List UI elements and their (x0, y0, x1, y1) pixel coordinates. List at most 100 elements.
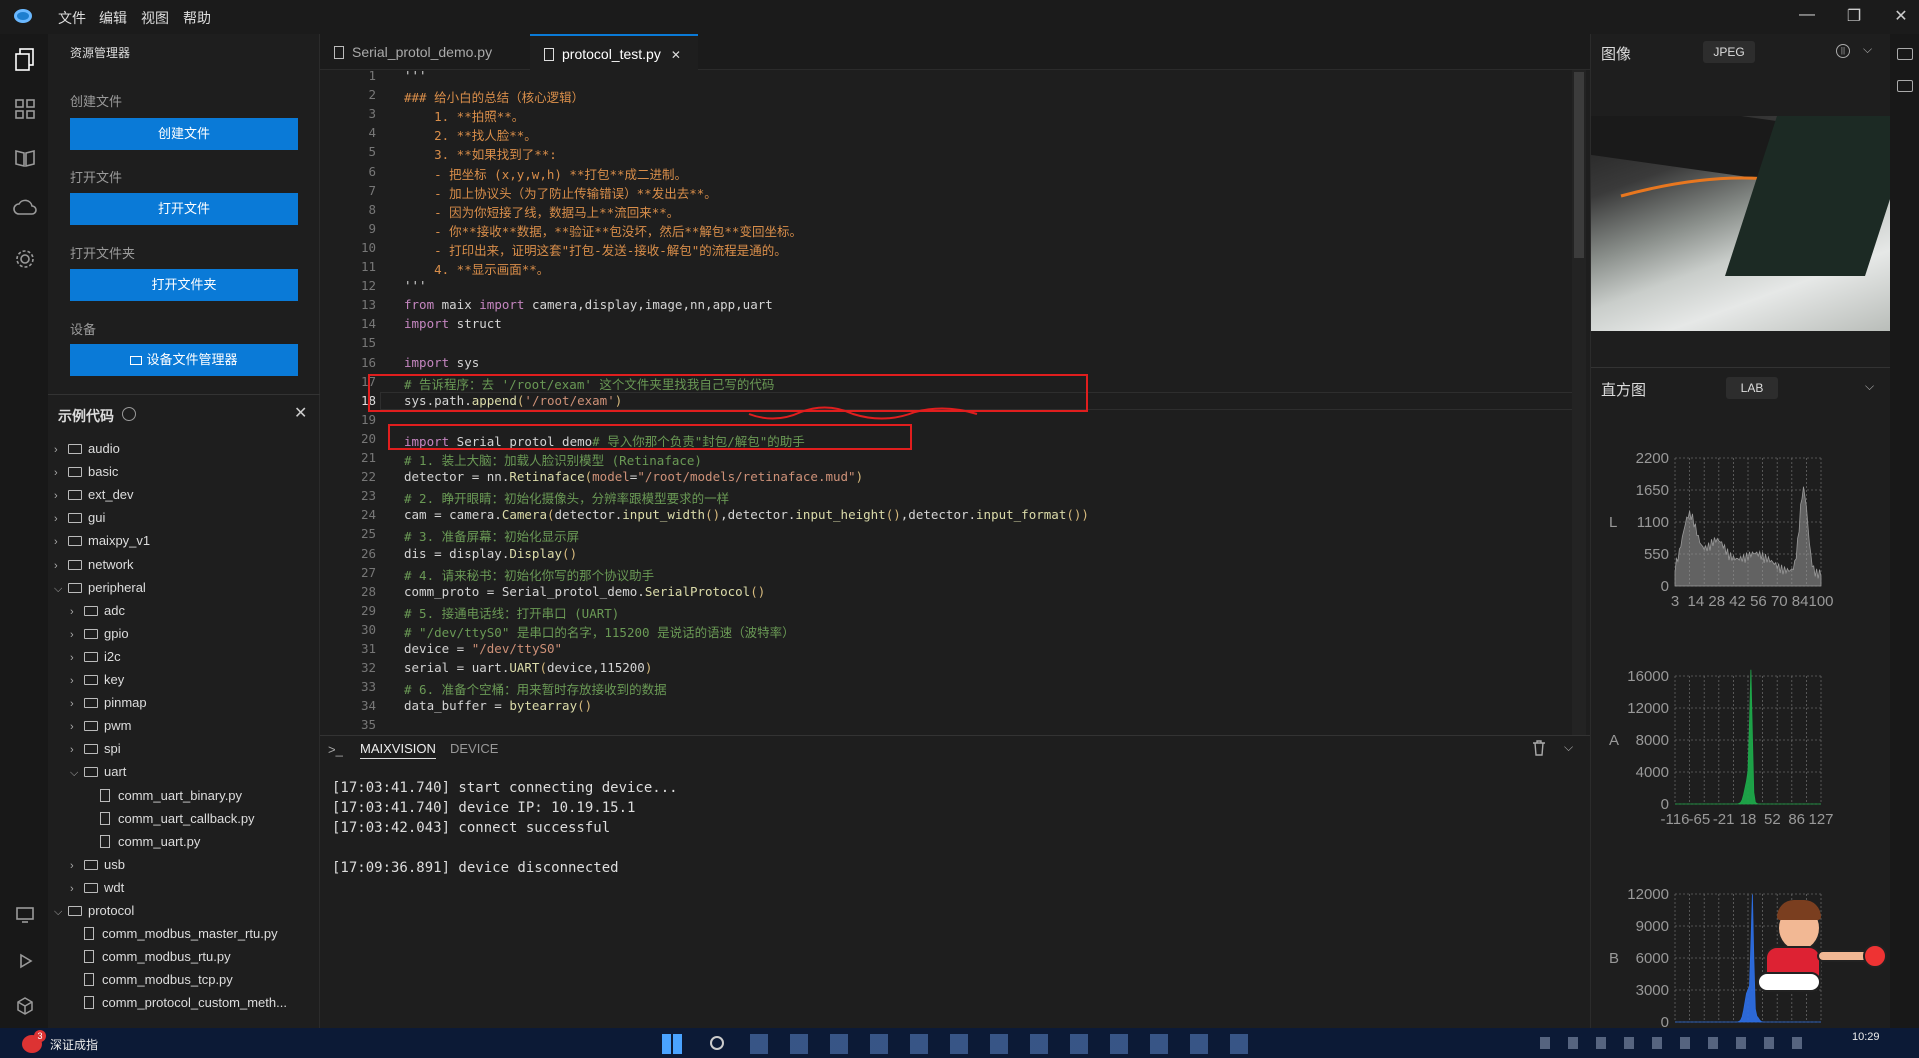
tree-folder[interactable]: › maixpy_v1 (54, 530, 150, 552)
book-icon[interactable] (12, 148, 38, 174)
code-line: data_buffer = bytearray() (404, 698, 592, 713)
export-icon[interactable] (1897, 80, 1913, 92)
tree-folder[interactable]: › ext_dev (54, 484, 134, 506)
tree-folder[interactable]: ⌵ protocol (54, 900, 134, 922)
folder-icon (68, 536, 82, 547)
tree-folder[interactable]: › usb (70, 854, 125, 876)
cloud-icon[interactable] (12, 198, 38, 224)
clock[interactable]: 10:29 (1852, 1031, 1880, 1043)
menu-help[interactable]: 帮助 (183, 8, 211, 28)
tree-file[interactable]: comm_protocol_custom_meth... (84, 992, 287, 1014)
chevron-down-icon[interactable]: ⌵ (1564, 740, 1573, 755)
tree-folder[interactable]: › wdt (70, 877, 124, 899)
tree-file[interactable]: comm_modbus_master_rtu.py (84, 923, 278, 945)
code-line: detector = nn.Retinaface(model="/root/mo… (404, 469, 863, 484)
tree-folder[interactable]: › i2c (70, 646, 121, 668)
line-number: 31 (360, 641, 376, 656)
tree-folder[interactable]: › network (54, 554, 134, 576)
code-token: () (705, 507, 721, 523)
create-file-button[interactable]: 创建文件 (70, 118, 298, 150)
code-line: dis = display.Display() (404, 546, 577, 561)
tree-file[interactable]: comm_modbus_tcp.py (84, 969, 233, 991)
tree-folder[interactable]: › gpio (70, 623, 129, 645)
line-number: 6 (368, 163, 376, 179)
pause-icon[interactable]: || (1836, 44, 1850, 58)
tree-folder[interactable]: › pinmap (70, 692, 147, 714)
tree-folder[interactable]: ⌵ peripheral (54, 577, 146, 599)
code-token: ### 给小白的总结（核心逻辑） (404, 90, 585, 106)
run-icon[interactable] (12, 952, 38, 978)
windows-start-icon[interactable] (662, 1034, 682, 1054)
extensions-icon[interactable] (12, 98, 38, 124)
chevron-right-icon: › (70, 628, 74, 641)
stock-widget-label[interactable]: 深证成指 (50, 1036, 98, 1053)
open-file-button[interactable]: 打开文件 (70, 193, 298, 225)
code-token: import (479, 297, 525, 313)
chevron-right-icon: › (54, 467, 58, 480)
tab-maixvision[interactable]: MAIXVISION (360, 741, 436, 759)
menu-edit[interactable]: 编辑 (99, 8, 127, 28)
line-number: 34 (360, 698, 376, 714)
folder-icon (84, 744, 98, 755)
file-icon (84, 973, 94, 987)
tree-file[interactable]: comm_modbus_rtu.py (84, 946, 231, 968)
tree-folder[interactable]: ⌵ uart (70, 761, 126, 783)
code-token: maix (434, 297, 480, 313)
y-tick-label: 0 (1661, 1014, 1669, 1028)
tab-device[interactable]: DEVICE (450, 741, 498, 756)
tree-folder[interactable]: › spi (70, 738, 121, 760)
line-number: 9 (368, 220, 376, 236)
camera-icon[interactable] (1897, 48, 1913, 60)
tree-folder[interactable]: › adc (70, 600, 125, 622)
tree-folder[interactable]: › gui (54, 507, 105, 529)
menu-view[interactable]: 视图 (141, 8, 169, 28)
restore-button[interactable]: ❐ (1834, 6, 1874, 26)
minimize-button[interactable]: — (1787, 6, 1827, 24)
code-token: 3. **如果找到了**: (404, 147, 557, 163)
code-token: ) (855, 469, 864, 485)
code-line: comm_proto = Serial_protol_demo.SerialPr… (404, 584, 765, 599)
device-folder-icon (130, 356, 143, 365)
trash-icon[interactable] (1532, 740, 1546, 759)
tab-serial-protol-demo[interactable]: Serial_protol_demo.py (320, 34, 530, 70)
line-number: 32 (360, 660, 376, 676)
histogram-mode-select[interactable]: LAB (1726, 377, 1778, 399)
title-bar: 文件 编辑 视图 帮助 — ❐ ✕ (0, 0, 1919, 34)
line-number: 13 (360, 297, 376, 313)
menu-file[interactable]: 文件 (58, 8, 86, 28)
image-chevron-icon[interactable]: ⌵ (1863, 42, 1872, 57)
tree-label: comm_uart_callback.py (118, 810, 255, 826)
code-token: from (404, 297, 435, 313)
tree-file[interactable]: comm_uart_callback.py (100, 808, 255, 830)
tree-folder[interactable]: › key (70, 669, 124, 691)
tree-file[interactable]: comm_uart_binary.py (100, 785, 242, 807)
scrollbar-thumb[interactable] (1574, 72, 1584, 258)
tree-folder[interactable]: › pwm (70, 715, 131, 737)
device-monitor-icon[interactable] (12, 906, 38, 932)
code-token: () (562, 545, 578, 561)
histogram-chevron-icon[interactable]: ⌵ (1865, 379, 1874, 394)
search-icon[interactable] (710, 1036, 724, 1050)
close-window-button[interactable]: ✕ (1881, 6, 1919, 26)
tree-label: spi (104, 741, 121, 757)
code-line: ### 给小白的总结（核心逻辑） (404, 87, 584, 106)
chevron-right-icon: › (70, 721, 74, 734)
tree-file[interactable]: comm_uart.py (100, 831, 200, 853)
tree-label: gui (88, 510, 106, 526)
close-examples-icon[interactable]: ✕ (294, 403, 307, 423)
settings-gear-icon[interactable] (12, 248, 38, 274)
code-token: () (885, 507, 901, 523)
package-icon[interactable] (12, 996, 38, 1022)
tree-folder[interactable]: › audio (54, 438, 120, 460)
image-format-select[interactable]: JPEG (1703, 41, 1755, 63)
chevron-down-icon: ⌵ (54, 906, 63, 918)
tab-protocol-test[interactable]: protocol_test.py ✕ (530, 34, 698, 70)
code-token: ) (644, 660, 653, 676)
open-folder-button[interactable]: 打开文件夹 (70, 269, 298, 301)
explorer-icon[interactable] (12, 48, 38, 74)
tree-folder[interactable]: › basic (54, 461, 118, 483)
tree-label: audio (88, 441, 120, 456)
device-file-manager-button[interactable]: 设备文件管理器 (70, 344, 298, 376)
close-tab-icon[interactable]: ✕ (671, 48, 681, 62)
code-line: # 3. 准备屏幕：初始化显示屏 (404, 526, 579, 545)
